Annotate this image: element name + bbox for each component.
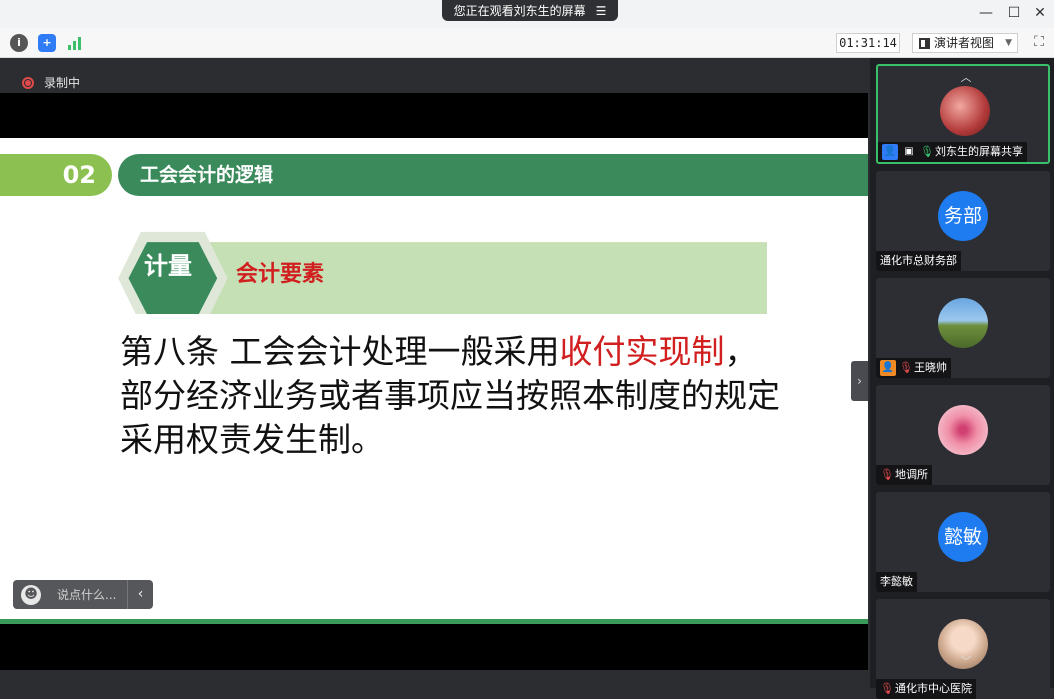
maximize-button[interactable]: ☐: [1004, 4, 1024, 22]
participant-tile[interactable]: 👤 🎙 王晓帅: [876, 278, 1050, 378]
participant-name: 地调所: [895, 468, 928, 481]
recording-indicator: 录制中: [22, 74, 80, 91]
comment-placeholder[interactable]: 说点什么...: [57, 586, 127, 603]
participant-name: 刘东生的屏幕共享: [935, 145, 1023, 158]
mic-on-icon: 🎙: [920, 145, 934, 158]
close-button[interactable]: ✕: [1030, 4, 1050, 22]
share-banner-text: 您正在观看刘东生的屏幕: [453, 4, 586, 18]
participant-tile[interactable]: 🎙 通化市中心医院: [876, 599, 1050, 699]
scroll-down-icon[interactable]: ﹀: [954, 656, 978, 668]
section-number: 02: [0, 154, 112, 196]
participant-name-bar: 🎙 地调所: [876, 465, 932, 485]
hex-label: 计量: [144, 252, 192, 280]
slide-letterbox-bottom: [0, 624, 868, 670]
participant-tile[interactable]: 懿敏 李懿敏: [876, 492, 1050, 592]
chevron-left-icon[interactable]: ‹: [127, 580, 153, 609]
participant-panel: 👤 ▣ 🎙 刘东生的屏幕共享 务部 通化市总财务部 👤 🎙 王晓帅 🎙 地调所 …: [870, 58, 1054, 699]
mic-muted-icon: 🎙: [880, 468, 894, 481]
avatar: 务部: [938, 191, 988, 241]
screen-share-icon: ▣: [904, 146, 914, 157]
participant-name-bar: 🎙 通化市中心医院: [876, 679, 976, 699]
mic-muted-icon: 🎙: [899, 361, 913, 374]
participant-name-bar: 👤 ▣ 🎙 刘东生的屏幕共享: [878, 142, 1027, 162]
signal-icon[interactable]: [66, 34, 84, 52]
avatar: [940, 86, 990, 136]
avatar: 懿敏: [938, 512, 988, 562]
emoji-icon[interactable]: ☻: [21, 584, 41, 605]
scroll-up-icon[interactable]: ︿: [954, 72, 978, 84]
fullscreen-icon[interactable]: ⛶: [1030, 34, 1048, 52]
participant-name-bar: 通化市总财务部: [876, 251, 961, 271]
participant-name: 通化市中心医院: [895, 682, 972, 695]
avatar: [938, 405, 988, 455]
participant-name-bar: 👤 🎙 王晓帅: [876, 358, 951, 378]
host-icon: 👤: [880, 360, 896, 376]
slide-body-text: 第八条 工会会计处理一般采用收付实现制，部分经济业务或者事项应当按照本制度的规定…: [120, 330, 780, 462]
participant-name: 王晓帅: [914, 361, 947, 374]
participant-tile[interactable]: 🎙 地调所: [876, 385, 1050, 485]
mic-muted-icon: 🎙: [880, 682, 894, 695]
info-icon[interactable]: i: [10, 34, 28, 52]
record-icon: [22, 76, 34, 89]
view-mode-dropdown[interactable]: 演讲者视图 ▼: [912, 33, 1018, 53]
recording-label: 录制中: [44, 76, 81, 90]
collapse-panel-button[interactable]: ›: [851, 361, 868, 401]
subhead-text: 会计要素: [236, 262, 325, 287]
body-text-highlight: 收付实现制: [559, 332, 725, 371]
view-mode-label: 演讲者视图: [934, 36, 995, 50]
presentation-slide: 02 工会会计的逻辑 计量 会计要素 第八条 工会会计处理一般采用收付实现制，部…: [0, 138, 868, 621]
slide-letterbox-top: [0, 93, 868, 138]
title-bar: 您正在观看刘东生的屏幕 ☰ — ☐ ✕: [0, 0, 1054, 28]
minimize-button[interactable]: —: [976, 4, 996, 22]
layout-icon: [919, 37, 930, 49]
avatar: [938, 298, 988, 348]
shared-screen-stage: 录制中 02 工会会计的逻辑 计量 会计要素 第八条 工会会计处理一般采用收付实…: [0, 58, 868, 688]
participant-name-bar: 李懿敏: [876, 572, 917, 592]
participant-name: 通化市总财务部: [880, 254, 957, 267]
chevron-down-icon: ▼: [1005, 38, 1012, 48]
host-icon: 👤: [882, 144, 898, 160]
shield-icon[interactable]: +: [38, 34, 56, 52]
participant-tile[interactable]: 务部 通化市总财务部: [876, 171, 1050, 271]
participant-name: 李懿敏: [880, 575, 913, 588]
body-text-pre: 第八条 工会会计处理一般采用: [120, 332, 560, 371]
subhead-banner: [118, 231, 767, 314]
comment-input[interactable]: ☻ 说点什么... ‹: [13, 580, 153, 609]
menu-lines-icon[interactable]: ☰: [596, 4, 607, 18]
section-title: 工会会计的逻辑: [118, 154, 868, 196]
meeting-timer: 01:31:14: [836, 33, 900, 53]
meeting-toolbar: i + 01:31:14 演讲者视图 ▼ ⛶: [0, 28, 1054, 58]
share-banner[interactable]: 您正在观看刘东生的屏幕 ☰: [442, 0, 618, 21]
